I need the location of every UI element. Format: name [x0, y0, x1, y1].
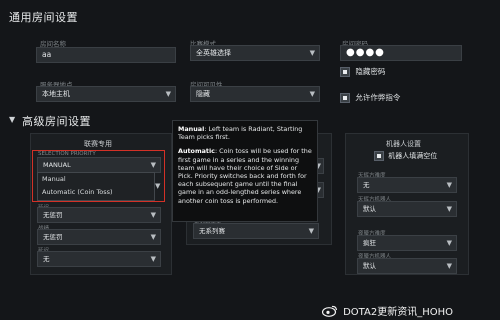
highlight-box [32, 150, 165, 202]
left-dd-a-value: 无惩罚 [43, 211, 63, 219]
chevron-down-icon: ▼ [165, 90, 171, 98]
game-mode-dropdown[interactable]: 全英雄选择 ▼ [190, 45, 320, 61]
chevron-down-icon: ▼ [150, 255, 156, 263]
radiant-difficulty-dropdown[interactable]: 无 ▼ [357, 177, 457, 193]
left-dropdown-a[interactable]: 无惩罚 ▼ [37, 207, 161, 223]
tooltip-auto-text: : Coin toss will be used for the first g… [178, 147, 312, 205]
checkbox-icon [374, 151, 384, 161]
dire-difficulty-dropdown[interactable]: 疯狂 ▼ [357, 235, 457, 251]
advanced-settings-title[interactable]: 高级房间设置 [22, 113, 91, 129]
bot-row-value: 疯狂 [363, 239, 376, 247]
server-location-value: 本地主机 [42, 90, 70, 98]
series-type-value: 无系列赛 [199, 227, 225, 235]
tooltip-manual: Manual: Left team is Radiant, Starting T… [178, 125, 312, 141]
allow-cheats-checkbox[interactable]: 允许作弊指令 [340, 92, 400, 103]
watermark: DOTA2更新资讯_HOHO [321, 300, 453, 319]
checkbox-icon [340, 67, 350, 77]
fill-bots-checkbox[interactable]: 机器人填满空位 [374, 151, 437, 161]
chevron-down-icon: ▼ [150, 233, 156, 241]
game-mode-value: 全英雄选择 [196, 49, 231, 57]
chevron-down-icon: ▼ [446, 262, 452, 270]
allow-cheats-label: 允许作弊指令 [355, 93, 401, 102]
left-dd-b-value: 无惩罚 [43, 233, 63, 241]
tooltip-auto-title: Automatic [178, 147, 215, 156]
series-type-dropdown[interactable]: 无系列赛 ▼ [193, 223, 319, 239]
left-dropdown-b[interactable]: 无惩罚 ▼ [37, 229, 161, 245]
chevron-down-icon: ▼ [150, 211, 156, 219]
chevron-down-icon: ▼ [446, 181, 452, 189]
password-input[interactable]: ●●●● [340, 45, 462, 61]
watermark-text: DOTA2更新资讯_HOHO [343, 307, 453, 318]
dire-bots-dropdown[interactable]: 默认 ▼ [357, 258, 457, 274]
chevron-down-icon: ▼ [309, 49, 315, 57]
bot-row-value: 默认 [363, 205, 376, 213]
bot-panel-header: 机器人设置 [386, 140, 421, 148]
bot-row-value: 默认 [363, 262, 376, 270]
chevron-down-icon: ▼ [446, 239, 452, 247]
chevron-down-icon: ▼ [308, 227, 314, 235]
left-dd-c-value: 无 [43, 255, 50, 263]
league-panel-header: 联赛专用 [84, 140, 112, 148]
visibility-dropdown[interactable]: 隐藏 ▼ [190, 86, 320, 102]
weibo-logo-icon [321, 305, 338, 317]
visibility-value: 隐藏 [196, 90, 210, 98]
checkbox-icon [340, 93, 350, 103]
selection-priority-tooltip: Manual: Left team is Radiant, Starting T… [172, 120, 318, 222]
hide-password-checkbox[interactable]: 隐藏密码 [340, 66, 385, 77]
room-name-input[interactable]: aa [36, 47, 176, 63]
chevron-down-icon: ▼ [309, 90, 315, 98]
radiant-bots-dropdown[interactable]: 默认 ▼ [357, 201, 457, 217]
server-location-dropdown[interactable]: 本地主机 ▼ [36, 86, 176, 102]
left-dropdown-c[interactable]: 无 ▼ [37, 251, 161, 267]
hide-password-label: 隐藏密码 [355, 67, 386, 76]
tooltip-automatic: Automatic: Coin toss will be used for th… [178, 147, 312, 204]
triangle-down-icon[interactable]: ▼ [9, 115, 15, 124]
fill-bots-label: 机器人填满空位 [388, 152, 438, 160]
bot-row-value: 无 [363, 181, 370, 189]
tooltip-manual-title: Manual [178, 125, 205, 133]
general-settings-title: 通用房间设置 [9, 11, 78, 24]
chevron-down-icon: ▼ [446, 205, 452, 213]
